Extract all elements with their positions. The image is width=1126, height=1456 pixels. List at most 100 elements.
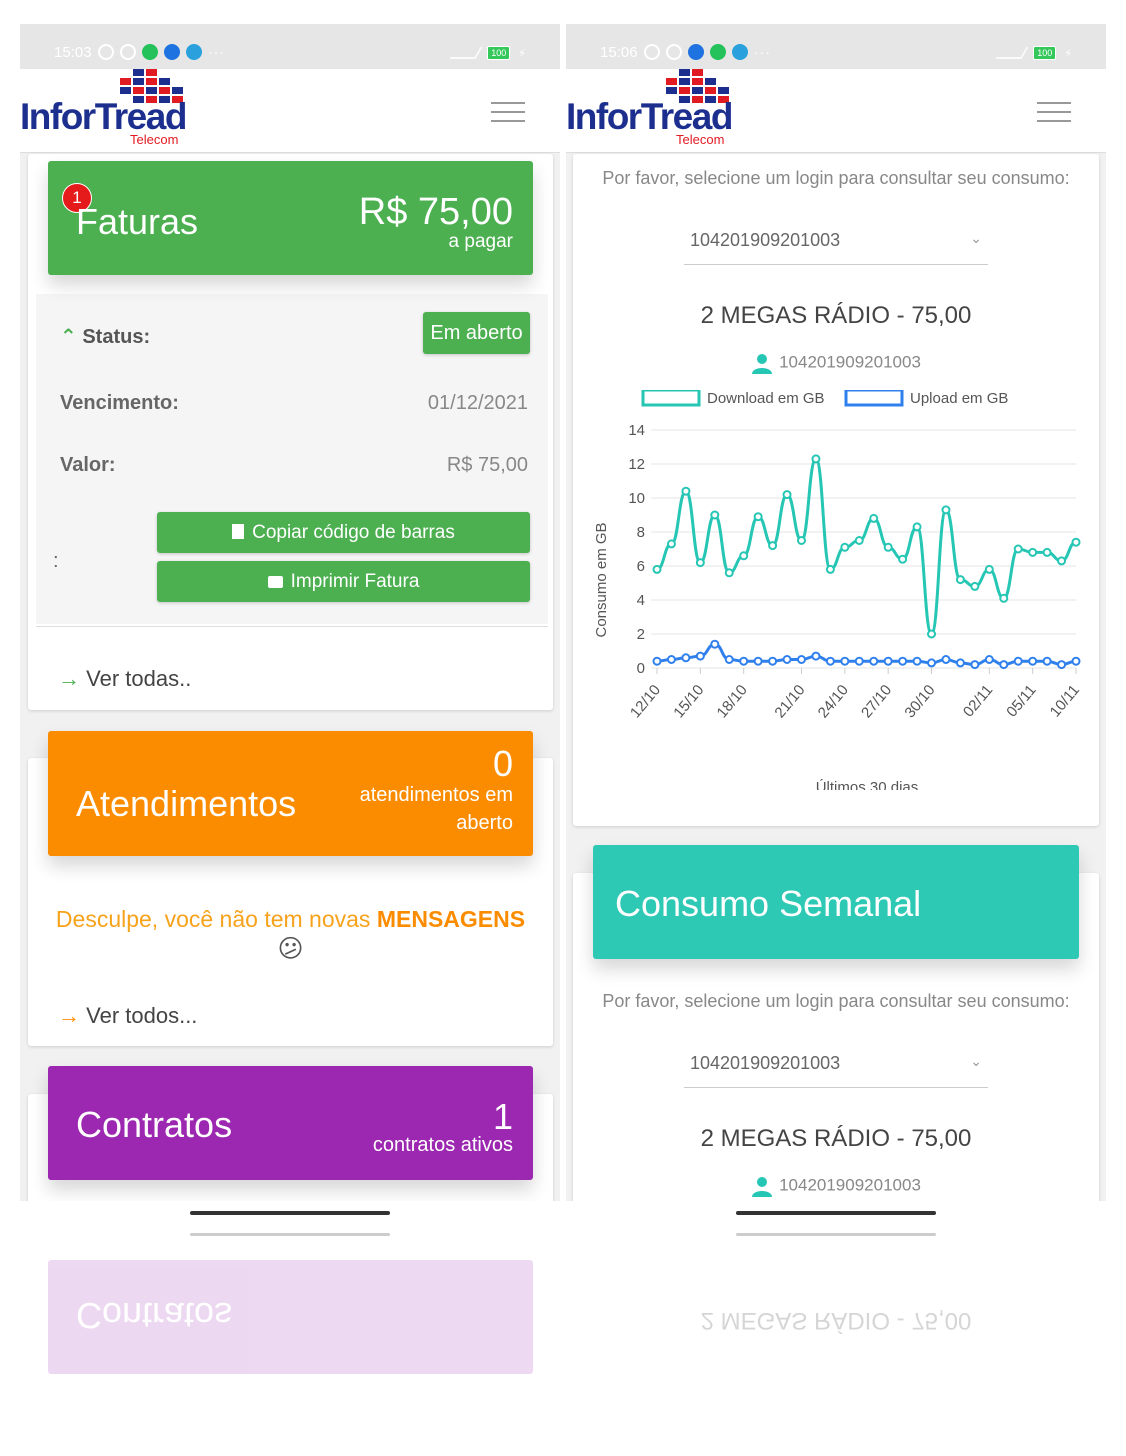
status-label: ⌃ Status: [60, 324, 150, 349]
alarm-icon [666, 44, 682, 60]
chart-point [912, 656, 922, 666]
chart-point [652, 656, 662, 666]
battery-icon: 100 [487, 46, 511, 60]
legend-swatch [844, 390, 904, 407]
contratos-header-tile[interactable]: Contratos 1 contratos ativos [48, 1066, 533, 1180]
telegram-icon [732, 44, 748, 60]
home-indicator-shadow [190, 1233, 390, 1236]
left-screenshot: 15:03 ··· 100 ⚡ InforTread Telecom ⌃ Sta… [20, 24, 560, 1201]
user-login-text: 104201909201003 [779, 352, 921, 372]
chart-series-line-upload [656, 642, 1077, 667]
chart-point [984, 655, 994, 664]
plan-title: 2 MEGAS RÁDIO - 75,00 [700, 302, 972, 329]
reflection-contratos-title: Contratos [76, 1295, 233, 1336]
chart-point [782, 655, 792, 664]
chart-y-tick-label: 4 [637, 592, 645, 609]
chart-point [652, 564, 662, 574]
home-indicator[interactable] [190, 1211, 390, 1215]
chart-point [1057, 660, 1067, 670]
no-messages-text: Desculpe, você não tem novas MENSAGENS [28, 906, 553, 933]
chart-point [825, 564, 835, 574]
legend-swatch [641, 390, 701, 407]
value-amount: R$ 75,00 [446, 454, 528, 476]
chart-point [912, 522, 922, 532]
contratos-caption: contratos ativos [372, 1134, 513, 1156]
menu-hamburger-icon[interactable] [1037, 102, 1071, 122]
see-all-tickets-link[interactable]: → Ver todos... [58, 1003, 197, 1029]
legend-label: Upload em GB [910, 390, 1008, 407]
chart-x-tick-label: 24/10 [815, 682, 852, 722]
infortread-logo[interactable]: InforTread Telecom [20, 69, 190, 151]
due-date-value: 01/12/2021 [427, 392, 528, 414]
chart-point [796, 655, 806, 664]
login-select-value: 104201909201003 [690, 230, 841, 250]
confused-face-icon: 😕 [277, 935, 304, 963]
chart-point [1071, 656, 1081, 666]
chart-y-tick-label: 8 [637, 524, 645, 541]
chart-point [984, 564, 994, 574]
login-select[interactable]: 104201909201003 ⌄ [684, 220, 988, 265]
chart-point [1013, 544, 1023, 554]
semanal-login-select[interactable]: 104201909201003 ⌄ [684, 1043, 988, 1088]
copy-barcode-button[interactable]: Copiar código de barras [157, 512, 530, 553]
notification-icons: ··· [98, 44, 225, 60]
usage-line-chart: 0 2 4 6 8 10 12 14 12/10 15/10 18/10 21/10 24/10 27/… [593, 390, 1083, 790]
arrow-right-icon: → [58, 666, 80, 691]
see-all-tickets-label: Ver todos... [86, 1003, 198, 1028]
logo-name-part1: Infor [566, 96, 642, 137]
chart-point [1042, 547, 1052, 557]
chart-point [681, 486, 691, 496]
menu-hamburger-icon[interactable] [491, 102, 525, 122]
navbar: InforTread Telecom [566, 69, 1106, 153]
telegram-icon [186, 44, 202, 60]
chart-point [739, 656, 749, 666]
infortread-logo[interactable]: InforTread Telecom [566, 69, 736, 151]
reflection-plan-title: 2 MEGAS RÁDIO - 75,00 [700, 1307, 972, 1334]
home-indicator[interactable] [736, 1211, 936, 1215]
reflection-contratos-tile: Contratos [48, 1260, 533, 1374]
chart-y-tick-label: 6 [637, 558, 645, 575]
contratos-title: Contratos [76, 1104, 233, 1145]
chart-x-tick-label: 10/11 [1047, 682, 1083, 721]
chart-x-tick-label: 05/11 [1003, 682, 1039, 721]
chart-x-axis-label: Últimos 30 dias [816, 779, 919, 790]
chart-point [1013, 656, 1023, 666]
semanal-plan-title: 2 MEGAS RÁDIO - 75,00 [700, 1125, 972, 1152]
chart-point [739, 551, 749, 561]
chart-point [666, 655, 676, 664]
chart-point [681, 653, 691, 663]
home-indicator-shadow [736, 1233, 936, 1236]
atendimentos-count: 0 [492, 743, 513, 784]
chart-x-tick-label: 30/10 [901, 682, 938, 722]
right-screenshot: 15:06 ··· 100 ⚡ InforTread Telecom Por f… [566, 24, 1106, 1201]
chart-y-tick-label: 0 [637, 660, 645, 677]
chart-x-tick-label: 27/10 [858, 682, 895, 722]
chart-x-tick-label: 15/10 [670, 682, 707, 722]
chart-point [1042, 656, 1052, 666]
consumo-card: Por favor, selecione um login para consu… [573, 154, 1099, 826]
whatsapp-icon [710, 44, 726, 60]
no-messages-prefix: Desculpe, você não tem novas [55, 906, 371, 932]
chart-point [753, 512, 763, 522]
due-date-label: Vencimento: [60, 392, 179, 414]
chart-point [840, 656, 850, 666]
chart-point [825, 656, 835, 666]
atendimentos-caption: atendimentos em aberto [360, 781, 513, 837]
chart-point [768, 656, 778, 666]
user-icon [752, 1177, 773, 1197]
chevron-down-icon: ⌄ [970, 1053, 982, 1069]
chart-point [854, 656, 864, 666]
chart-point [999, 660, 1009, 670]
consumo-semanal-header-tile[interactable]: Consumo Semanal [593, 845, 1079, 959]
faturas-amount: R$ 75,00 [358, 191, 513, 233]
atendimentos-header-tile[interactable]: Atendimentos 0 atendimentos em aberto [48, 731, 533, 856]
print-invoice-button[interactable]: Imprimir Fatura [157, 561, 530, 602]
chart-point [883, 542, 893, 552]
chart-point [1071, 537, 1081, 547]
see-all-invoices-link[interactable]: → Ver todas.. [58, 666, 191, 692]
system-indicators: 100 ⚡ [449, 46, 526, 60]
faturas-header-tile[interactable]: 1 Faturas R$ 75,00 a pagar [48, 161, 533, 275]
chart-point [1057, 556, 1067, 566]
chart-x-tick-label: 21/10 [771, 682, 808, 722]
logo-name-part2: Tread [94, 96, 188, 137]
